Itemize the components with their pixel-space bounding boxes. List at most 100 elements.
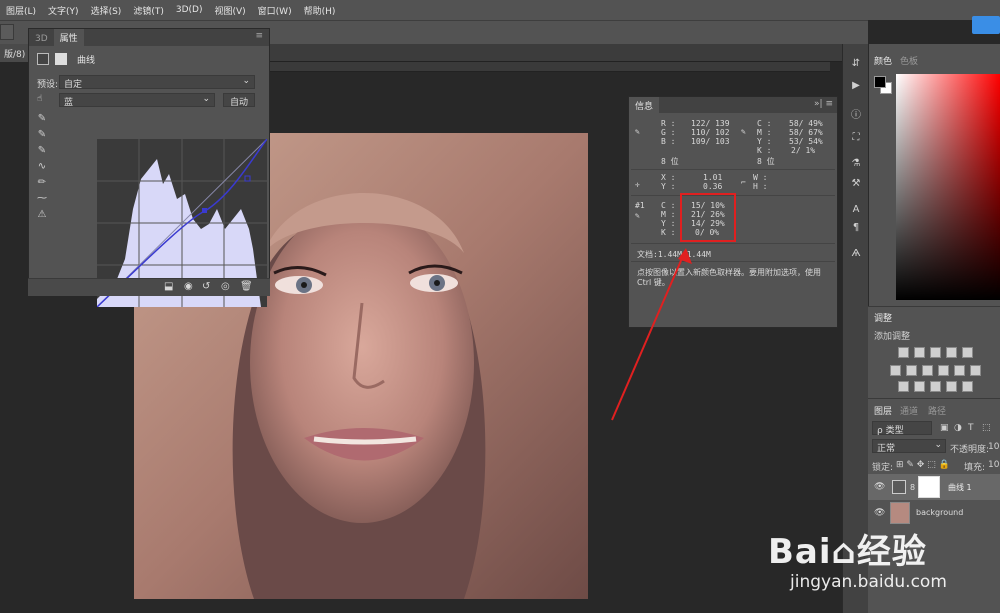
filter-shape-icon[interactable]: ⬚ (982, 423, 991, 433)
layer-mask-thumbnail[interactable] (918, 476, 940, 498)
share-badge[interactable] (972, 16, 1000, 34)
tab-properties[interactable]: 属性 (53, 29, 84, 46)
layer-row-curves[interactable]: 👁 8 曲线 1 (868, 474, 1000, 500)
black-point-eyedropper-icon[interactable]: ✎ (35, 113, 49, 127)
eyedropper-icon: ✎ (635, 211, 640, 220)
y-value: 0.36 (703, 182, 723, 191)
channel-value: 蓝 (64, 98, 74, 108)
channel-select[interactable]: 蓝 ⌄ (59, 93, 215, 108)
tab-swatches[interactable]: 色板 (900, 54, 918, 67)
info-panel-icon[interactable]: ⓘ (849, 106, 863, 121)
curves-adjustment-icon (37, 53, 49, 65)
smooth-icon[interactable]: ⁓ (35, 193, 49, 207)
menu-select[interactable]: 选择(S) (85, 4, 128, 17)
visibility-icon[interactable]: ◎ (221, 281, 230, 292)
panel-menu-icon[interactable]: »| ≡ (814, 99, 833, 109)
tab-color[interactable]: 颜色 (874, 54, 892, 67)
tab-layers[interactable]: 图层 (874, 404, 892, 417)
filter-type-icon[interactable]: T (968, 423, 974, 433)
visibility-eye-icon[interactable]: 👁 (874, 508, 885, 518)
properties-panel: 3D 属性 ≡ 曲线 预设: 自定 ⌄ ☝ 蓝 ⌄ 自动 ✎ ✎ ✎ ∿ ✏ ⁓… (28, 28, 270, 307)
panel-title: 曲线 (77, 55, 96, 66)
color-lookup-icon[interactable] (970, 365, 981, 376)
menu-type[interactable]: 文字(Y) (42, 4, 85, 17)
black-white-icon[interactable] (922, 365, 933, 376)
gradient-map-icon[interactable] (962, 381, 973, 392)
photo-filter-icon[interactable] (938, 365, 949, 376)
layer-row-background[interactable]: 👁 background (868, 500, 1000, 526)
foreground-color-swatch[interactable] (874, 76, 886, 88)
paragraph-icon[interactable]: ¶ (849, 222, 863, 236)
preset-select[interactable]: 自定 ⌄ (59, 75, 255, 90)
tool-preset-dropdown[interactable] (0, 24, 14, 40)
curve-edit-points-icon[interactable]: ∿ (35, 161, 49, 175)
clipping-warning-icon[interactable]: ⚠ (35, 209, 49, 223)
visibility-eye-icon[interactable]: 👁 (874, 482, 885, 492)
tab-3d[interactable]: 3D (29, 32, 54, 46)
clip-to-layer-icon[interactable]: ⬓ (164, 281, 173, 292)
layer-thumbnail (890, 502, 910, 524)
layer-mask-icon[interactable] (55, 53, 67, 65)
menu-layer[interactable]: 图层(L) (0, 4, 42, 17)
levels-icon[interactable] (914, 347, 925, 358)
history-icon[interactable]: ⇵ (849, 58, 863, 72)
brush-presets-icon[interactable]: ⛶ (849, 132, 863, 146)
filter-pixel-icon[interactable]: ▣ (940, 423, 949, 433)
vibrance-icon[interactable] (962, 347, 973, 358)
auto-button[interactable]: 自动 (223, 93, 255, 108)
h-label: H : (753, 182, 768, 191)
invert-icon[interactable] (898, 381, 909, 392)
blend-mode-select[interactable]: 正常 ⌄ (872, 439, 946, 454)
tab-paths[interactable]: 路径 (928, 404, 946, 417)
channel-mixer-icon[interactable] (954, 365, 965, 376)
curve-point[interactable] (202, 208, 207, 213)
watermark-logo: Bai⌂经验 (768, 532, 927, 572)
pencil-icon[interactable]: ✏ (35, 177, 49, 191)
character-icon[interactable]: A (849, 204, 863, 218)
fill-label: 填充: (964, 463, 986, 473)
delete-icon[interactable]: 🗑 (240, 281, 253, 292)
tool-presets-icon[interactable]: ⚒ (849, 178, 863, 192)
sample-m-label: M : (661, 210, 676, 219)
fill-value[interactable]: 100 (988, 460, 1000, 470)
glyphs-icon[interactable]: Ѧ (849, 248, 863, 262)
target-adjust-icon[interactable]: ☝ (37, 94, 42, 104)
menu-bar: 图层(L) 文字(Y) 选择(S) 滤镜(T) 3D(D) 视图(V) 窗口(W… (0, 0, 1000, 20)
lock-icons[interactable]: ⊞ ✎ ✥ ⬚ 🔒 (896, 460, 950, 470)
actions-play-icon[interactable]: ▶ (849, 80, 863, 94)
layer-name[interactable]: background (916, 508, 963, 517)
menu-3d[interactable]: 3D(D) (170, 5, 209, 15)
sample-k-label: K : (661, 228, 676, 237)
curves-icon[interactable] (930, 347, 941, 358)
gray-point-eyedropper-icon[interactable]: ✎ (35, 129, 49, 143)
clone-source-icon[interactable]: ⚗ (849, 158, 863, 172)
layer-filter-select[interactable]: ρ 类型 (872, 421, 932, 436)
threshold-icon[interactable] (930, 381, 941, 392)
hue-saturation-icon[interactable] (890, 365, 901, 376)
panel-menu-icon[interactable]: ≡ (255, 31, 263, 41)
reset-icon[interactable]: ↺ (202, 281, 210, 292)
exposure-icon[interactable] (946, 347, 957, 358)
menu-window[interactable]: 窗口(W) (252, 4, 298, 17)
view-previous-icon[interactable]: ◉ (184, 281, 193, 292)
tab-channels[interactable]: 通道 (900, 404, 918, 417)
r-label: R : (661, 119, 676, 128)
highlight-box (680, 193, 736, 242)
color-picker-field[interactable] (896, 74, 1000, 300)
brightness-icon[interactable] (898, 347, 909, 358)
c-value: 58/ 49% (789, 119, 823, 128)
layer-name[interactable]: 曲线 1 (948, 482, 972, 493)
color-balance-icon[interactable] (906, 365, 917, 376)
menu-filter[interactable]: 滤镜(T) (127, 4, 170, 17)
filter-adjustment-icon[interactable]: ◑ (954, 423, 962, 433)
opacity-value[interactable]: 100 (988, 442, 1000, 452)
menu-view[interactable]: 视图(V) (208, 4, 251, 17)
posterize-icon[interactable] (914, 381, 925, 392)
crosshair-icon: ✛ (635, 180, 640, 189)
menu-help[interactable]: 帮助(H) (298, 4, 342, 17)
properties-header: 曲线 (37, 51, 95, 67)
properties-tabs: 3D 属性 (29, 29, 269, 46)
eyedropper-icon: ✎ (741, 127, 746, 136)
selective-color-icon[interactable] (946, 381, 957, 392)
white-point-eyedropper-icon[interactable]: ✎ (35, 145, 49, 159)
